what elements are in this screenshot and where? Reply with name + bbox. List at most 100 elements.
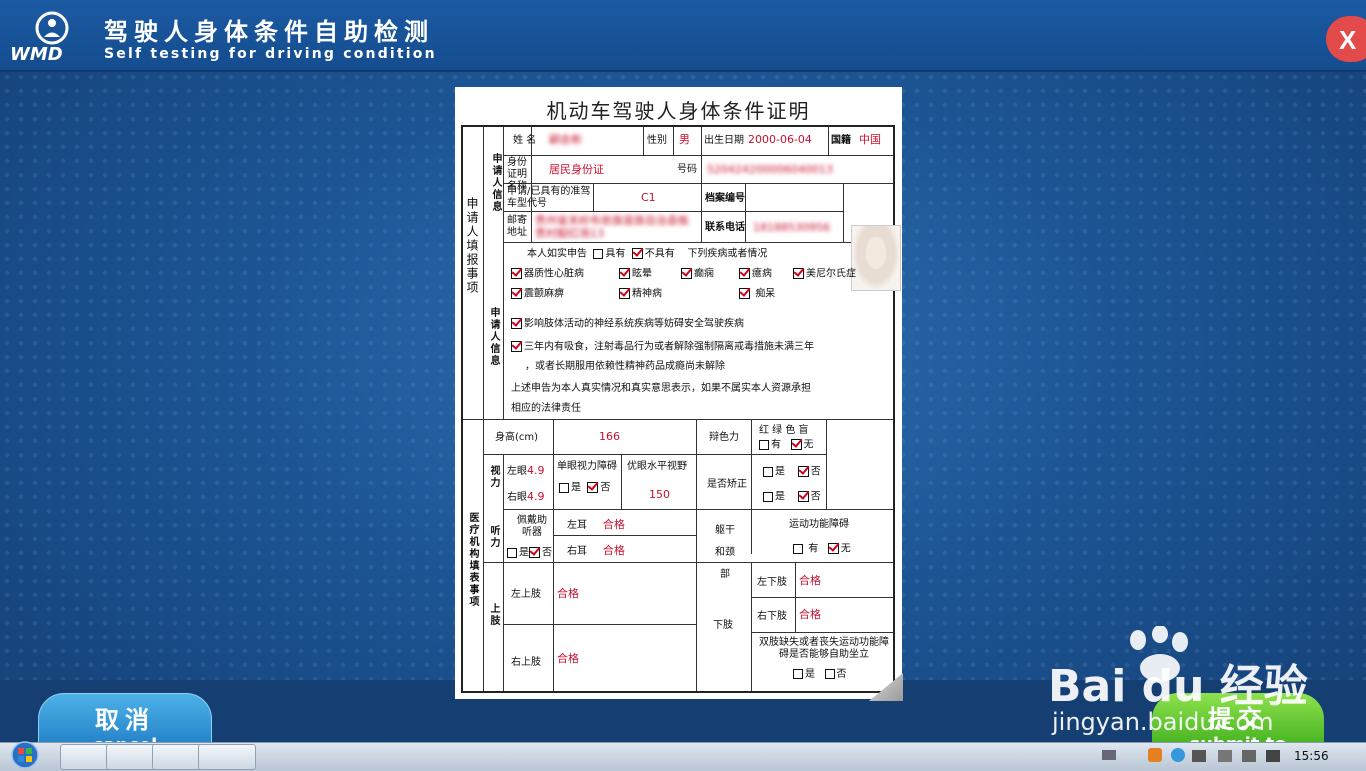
value-right-lower: 合格 (799, 608, 821, 621)
value-left-lower: 合格 (799, 574, 821, 587)
label-trunk: 躯干和颈部 (715, 525, 735, 580)
value-gender: 男 (679, 133, 690, 146)
checkbox-mono-no[interactable] (587, 482, 599, 493)
value-left-eye: 4.9 (527, 464, 545, 477)
app-subtitle: Self testing for driving condition (104, 46, 437, 62)
checkbox-d10[interactable] (511, 341, 522, 352)
checkbox-correct-yes-2[interactable] (763, 491, 773, 502)
label-vision: 视力 (488, 465, 499, 489)
checkbox-both-no[interactable] (824, 669, 835, 679)
checkbox-both-yes[interactable] (793, 669, 803, 679)
taskbar-clock: 15:56 (1294, 749, 1329, 763)
checkbox-color-no[interactable] (790, 439, 802, 450)
label-name: 姓 名 (513, 135, 537, 146)
label-left-upper: 左上肢 (511, 589, 541, 600)
section-applicant: 申请人填报事项 (465, 197, 479, 295)
value-name: 嗣会彬 (549, 133, 582, 146)
checkbox-correct-no-2[interactable] (797, 491, 809, 502)
checkbox-aid-no[interactable] (529, 547, 540, 558)
value-right-ear: 合格 (602, 544, 625, 557)
checkbox-motor-no[interactable] (827, 543, 839, 554)
disease-d8: 痴呆 (739, 288, 775, 301)
label-nationality: 国籍 (831, 135, 851, 146)
section-applicant-info-2: 申请人信息 (488, 307, 499, 367)
label-birth: 出生日期 (704, 135, 744, 146)
checkbox-correct-no-1[interactable] (797, 466, 809, 477)
system-tray-icons[interactable] (1100, 746, 1290, 766)
label-left-eye: 左眼 (507, 466, 527, 477)
medical-certificate-form: 机动车驾驶人身体条件证明 申请人填报事项 申请人信息 申请人信息 医疗机构填表事… (455, 87, 903, 701)
checkbox-color-yes[interactable] (759, 439, 769, 450)
checkbox-mono-yes[interactable] (559, 482, 569, 493)
windows-start-icon[interactable] (4, 740, 46, 770)
label-has: 具有 (605, 248, 626, 260)
svg-text:WMD: WMD (10, 44, 63, 62)
label-correct: 是否矫正 (707, 479, 747, 490)
label-both: 双肢缺失或者丧失运动功能障碍是否能够自助坐立 (759, 637, 889, 660)
disease-d2: 眩晕 (619, 268, 652, 281)
value-nationality: 中国 (859, 133, 881, 146)
checkbox-not-has[interactable] (631, 248, 643, 259)
taskbar-app-window-icon[interactable] (198, 744, 256, 770)
label-color: 辩色力 (709, 432, 739, 443)
value-address: 贵州省关岭布依族苗族自治县板贵村毅红场13 (535, 214, 689, 240)
checkbox-aid-yes[interactable] (507, 547, 517, 558)
statement-line2: 相应的法律责任 (511, 403, 581, 414)
watermark-url: jingyan.baidu.com (1052, 708, 1274, 736)
label-right-upper: 右上肢 (511, 657, 541, 668)
section-applicant-info: 申请人信息 (490, 153, 501, 213)
form-frame: 申请人填报事项 申请人信息 申请人信息 医疗机构填表事项 姓 名 嗣会彬 性别 … (461, 125, 901, 693)
value-left-ear: 合格 (602, 518, 625, 531)
checkbox-correct-yes-1[interactable] (763, 466, 773, 477)
label-motor: 运动功能障碍 (789, 519, 849, 530)
checkbox-d2[interactable] (619, 268, 630, 279)
label-declare: 本人如实申告 (527, 248, 587, 260)
checkbox-d4[interactable] (739, 268, 750, 279)
label-upper: 上肢 (488, 603, 499, 627)
close-button[interactable]: X (1326, 16, 1366, 62)
checkbox-d9[interactable] (511, 318, 522, 329)
checkbox-d8[interactable] (739, 288, 750, 299)
disease-d6: 震颤麻痹 (511, 288, 564, 301)
disease-d1: 器质性心脏病 (511, 268, 584, 281)
disease-d3: 癫痫 (681, 268, 714, 281)
checkbox-d7[interactable] (619, 288, 630, 299)
disease-d10: 三年内有吸食，注射毒品行为或者解除强制隔离戒毒措施未满三年 (511, 341, 814, 354)
value-birth: 2000-06-04 (748, 133, 812, 146)
disease-d7: 精神病 (619, 288, 662, 301)
form-title: 机动车驾驶人身体条件证明 (546, 99, 811, 123)
statement-line1: 上述申告为本人真实情况和真实意思表示，如果不属实本人资源承担 (511, 383, 811, 394)
checkbox-has[interactable] (593, 248, 604, 259)
value-id-type: 居民身份证 (549, 163, 604, 176)
value-vehicle-type: C1 (641, 191, 656, 204)
label-left-ear: 左耳 (567, 520, 587, 531)
value-right-eye: 4.9 (527, 490, 545, 503)
label-color-opts: 红 绿 色 盲 (759, 425, 809, 436)
value-right-upper: 合格 (557, 652, 579, 665)
label-file-no: 档案编号 (705, 193, 745, 204)
label-address: 邮寄地址 (507, 215, 527, 238)
checkbox-motor-yes[interactable] (793, 543, 803, 554)
header-bar: WMD 驾驶人身体条件自助检测 Self testing for driving… (0, 0, 1366, 72)
label-height: 身高(cm) (495, 432, 539, 443)
disease-d5: 美尼尔氏症 (793, 268, 856, 281)
value-height: 166 (599, 430, 620, 443)
label-right-ear: 右耳 (567, 546, 587, 557)
value-field: 150 (649, 488, 670, 501)
label-field: 优眼水平视野 (627, 461, 687, 472)
app-logo: WMD (10, 11, 69, 62)
label-mono: 单眼视力障碍 (557, 461, 617, 472)
checkbox-d6[interactable] (511, 288, 522, 299)
cancel-label-cn: 取消 (95, 706, 155, 734)
label-lower: 下肢 (713, 620, 733, 631)
baidu-paw-icon (1130, 626, 1188, 682)
label-phone: 联系电话 (705, 222, 745, 233)
disease-d9: 影响肢体活动的神经系统疾病等妨碍安全驾驶疾病 (511, 318, 744, 331)
label-id-no: 号码 (677, 164, 697, 175)
label-left-lower: 左下肢 (757, 577, 787, 588)
checkbox-d1[interactable] (511, 268, 522, 279)
checkbox-d5[interactable] (793, 268, 804, 279)
label-not-has: 不具有 (644, 248, 675, 260)
checkbox-d3[interactable] (681, 268, 692, 279)
label-aid: 佩戴助听器 (517, 515, 547, 538)
